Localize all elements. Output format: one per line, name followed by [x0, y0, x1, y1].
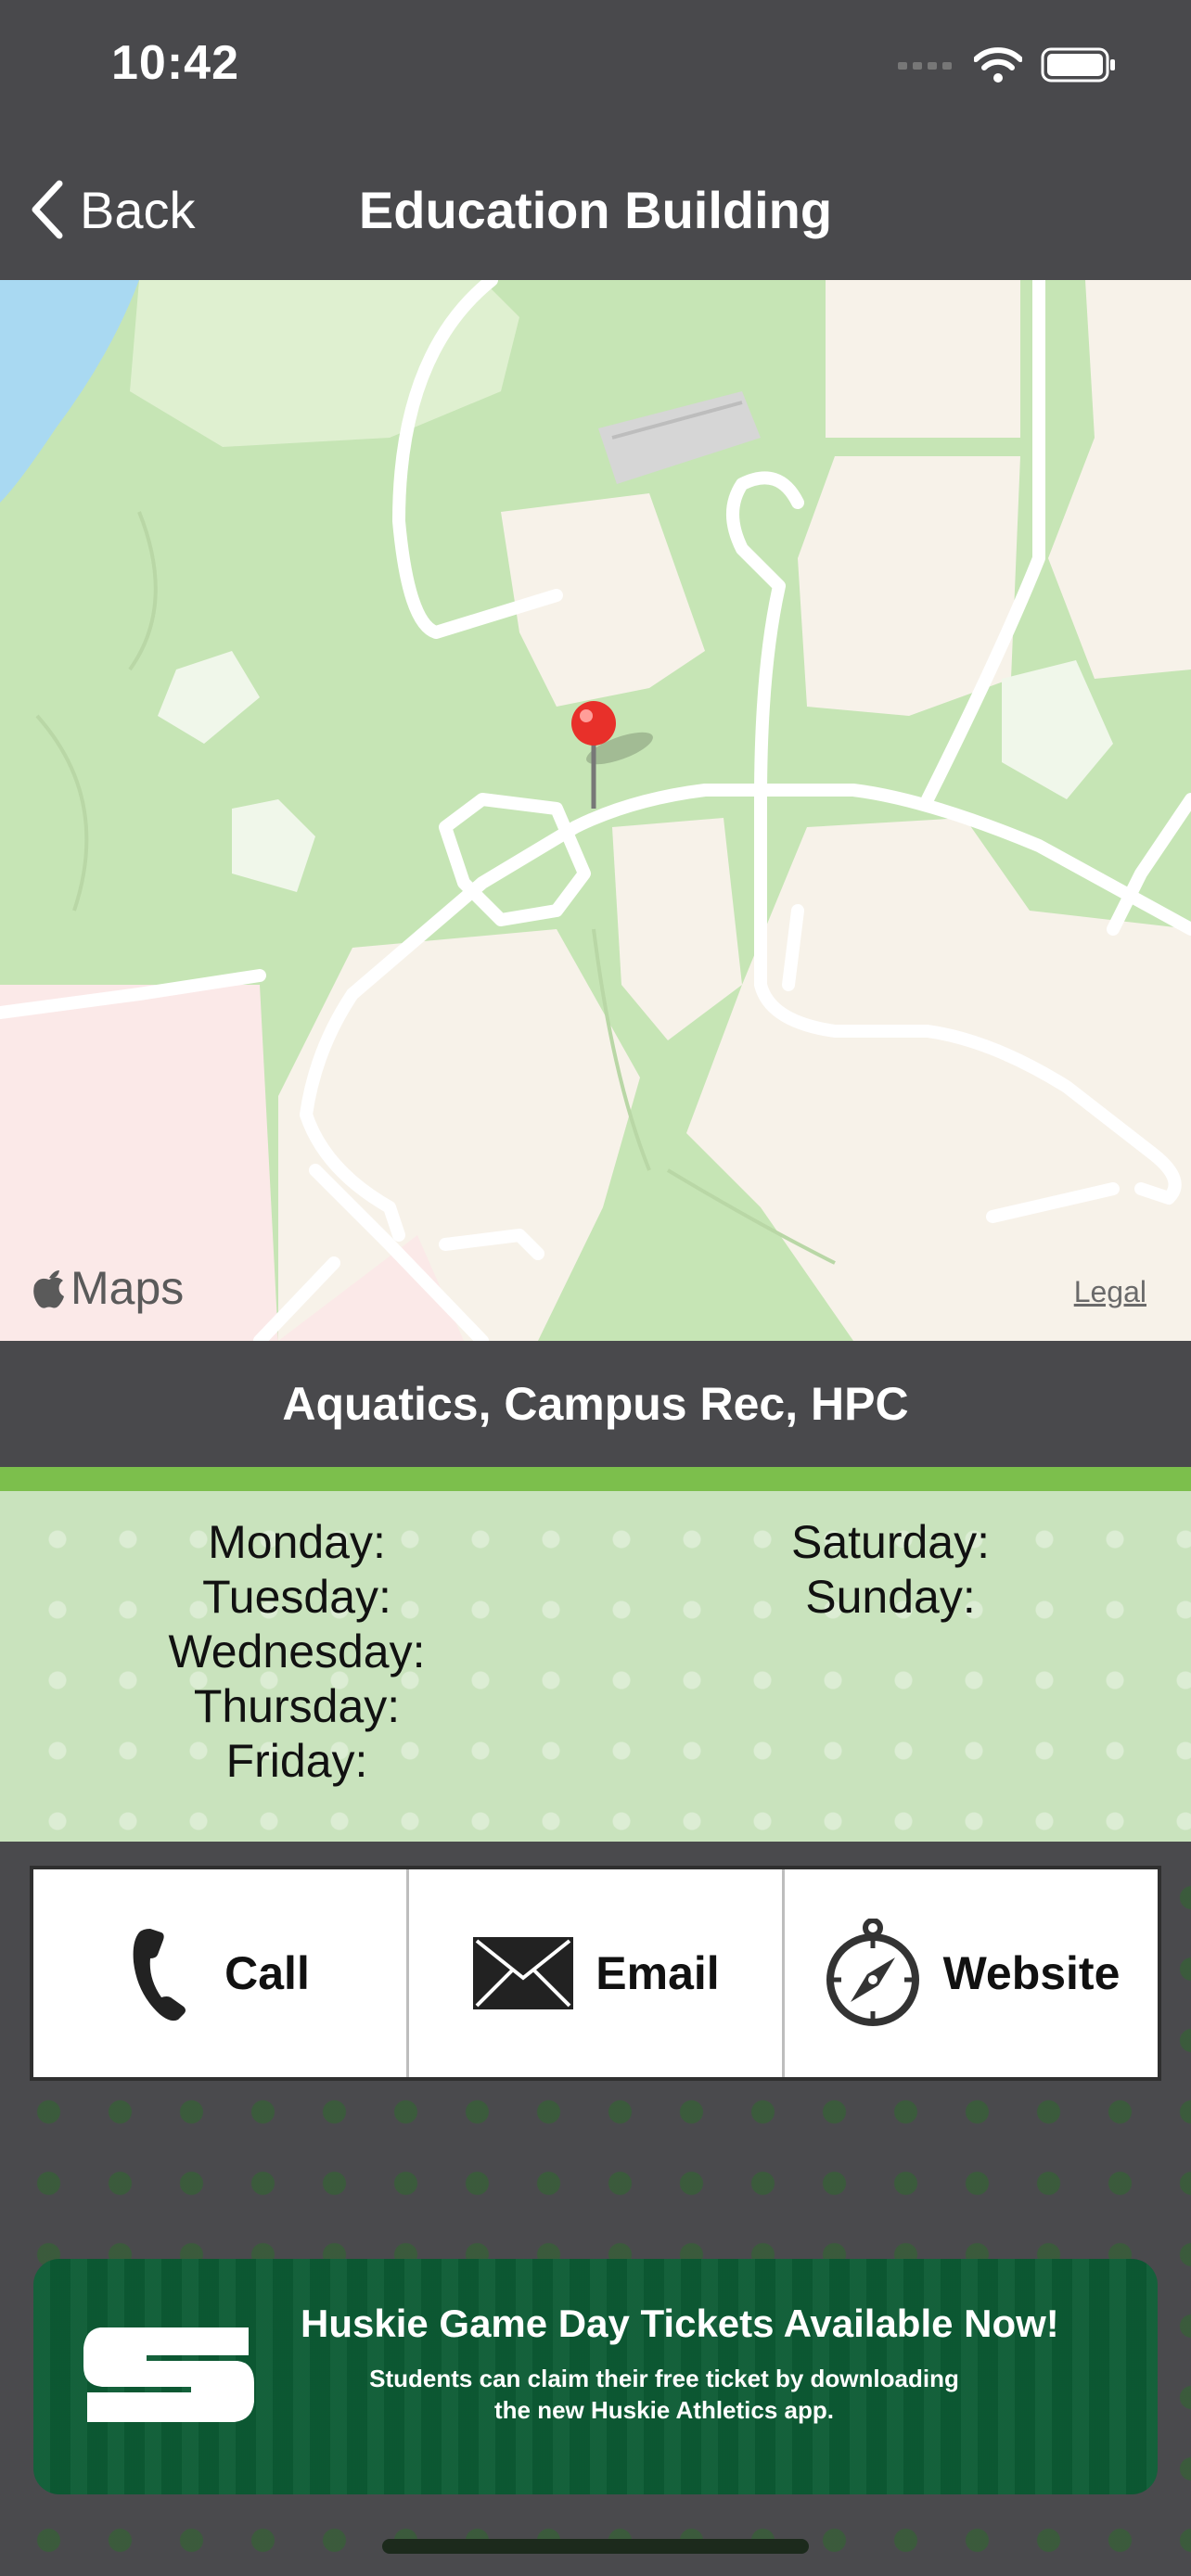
website-button[interactable]: Website — [785, 1869, 1158, 2077]
day-label: Friday: — [225, 1735, 368, 1787]
status-time: 10:42 — [111, 36, 239, 90]
call-button[interactable]: Call — [33, 1869, 409, 2077]
day-label: Tuesday: — [202, 1571, 391, 1623]
top-bar: 10:42 Back Education Building — [0, 0, 1191, 280]
home-indicator[interactable] — [382, 2539, 809, 2554]
phone-icon — [133, 1929, 186, 2021]
weekend-hours: Saturday: Sunday: — [705, 1515, 1076, 1625]
banner-headline: Huskie Game Day Tickets Available Now! — [301, 2302, 1059, 2345]
banner-subtext: Students can claim their free ticket by … — [339, 2363, 989, 2426]
day-label: Saturday: — [790, 1516, 990, 1568]
wifi-icon — [974, 47, 1022, 83]
divider-stripe — [0, 1467, 1191, 1491]
cellular-signal-icon — [898, 62, 952, 70]
map-view[interactable]: Maps Legal — [0, 280, 1191, 1341]
location-name: Aquatics, Campus Rec, HPC — [0, 1341, 1191, 1467]
status-icons — [898, 46, 1117, 83]
day-label: Wednesday: — [168, 1626, 426, 1677]
map-pin-icon[interactable] — [571, 701, 616, 746]
maps-brand: Maps — [70, 1262, 185, 1314]
banner-subline: Students can claim their free ticket by … — [369, 2365, 959, 2392]
page-title: Education Building — [358, 181, 833, 239]
maps-logo: Maps — [32, 1261, 184, 1315]
email-label: Email — [596, 1947, 720, 1999]
day-label: Monday: — [208, 1516, 386, 1568]
apple-icon — [33, 1270, 64, 1308]
compass-icon — [826, 1919, 919, 2026]
day-label: Thursday: — [193, 1680, 401, 1732]
envelope-icon — [473, 1937, 574, 2009]
website-label: Website — [942, 1947, 1121, 1999]
contact-actions: Call Email Website — [30, 1866, 1161, 2081]
email-button[interactable]: Email — [409, 1869, 785, 2077]
battery-icon — [1041, 47, 1115, 83]
day-label: Sunday: — [805, 1571, 976, 1623]
hours-section: Monday: Tuesday: Wednesday: Thursday: Fr… — [0, 1491, 1191, 1842]
banner-subline: the new Huskie Athletics app. — [493, 2396, 834, 2424]
promo-banner[interactable]: Huskie Game Day Tickets Available Now! S… — [33, 2259, 1158, 2494]
call-label: Call — [224, 1947, 310, 1999]
legal-link[interactable]: Legal — [1074, 1275, 1146, 1309]
huskie-s-logo — [83, 2327, 254, 2422]
map-canvas — [0, 280, 1191, 1341]
weekday-hours: Monday: Tuesday: Wednesday: Thursday: Fr… — [111, 1515, 482, 1789]
